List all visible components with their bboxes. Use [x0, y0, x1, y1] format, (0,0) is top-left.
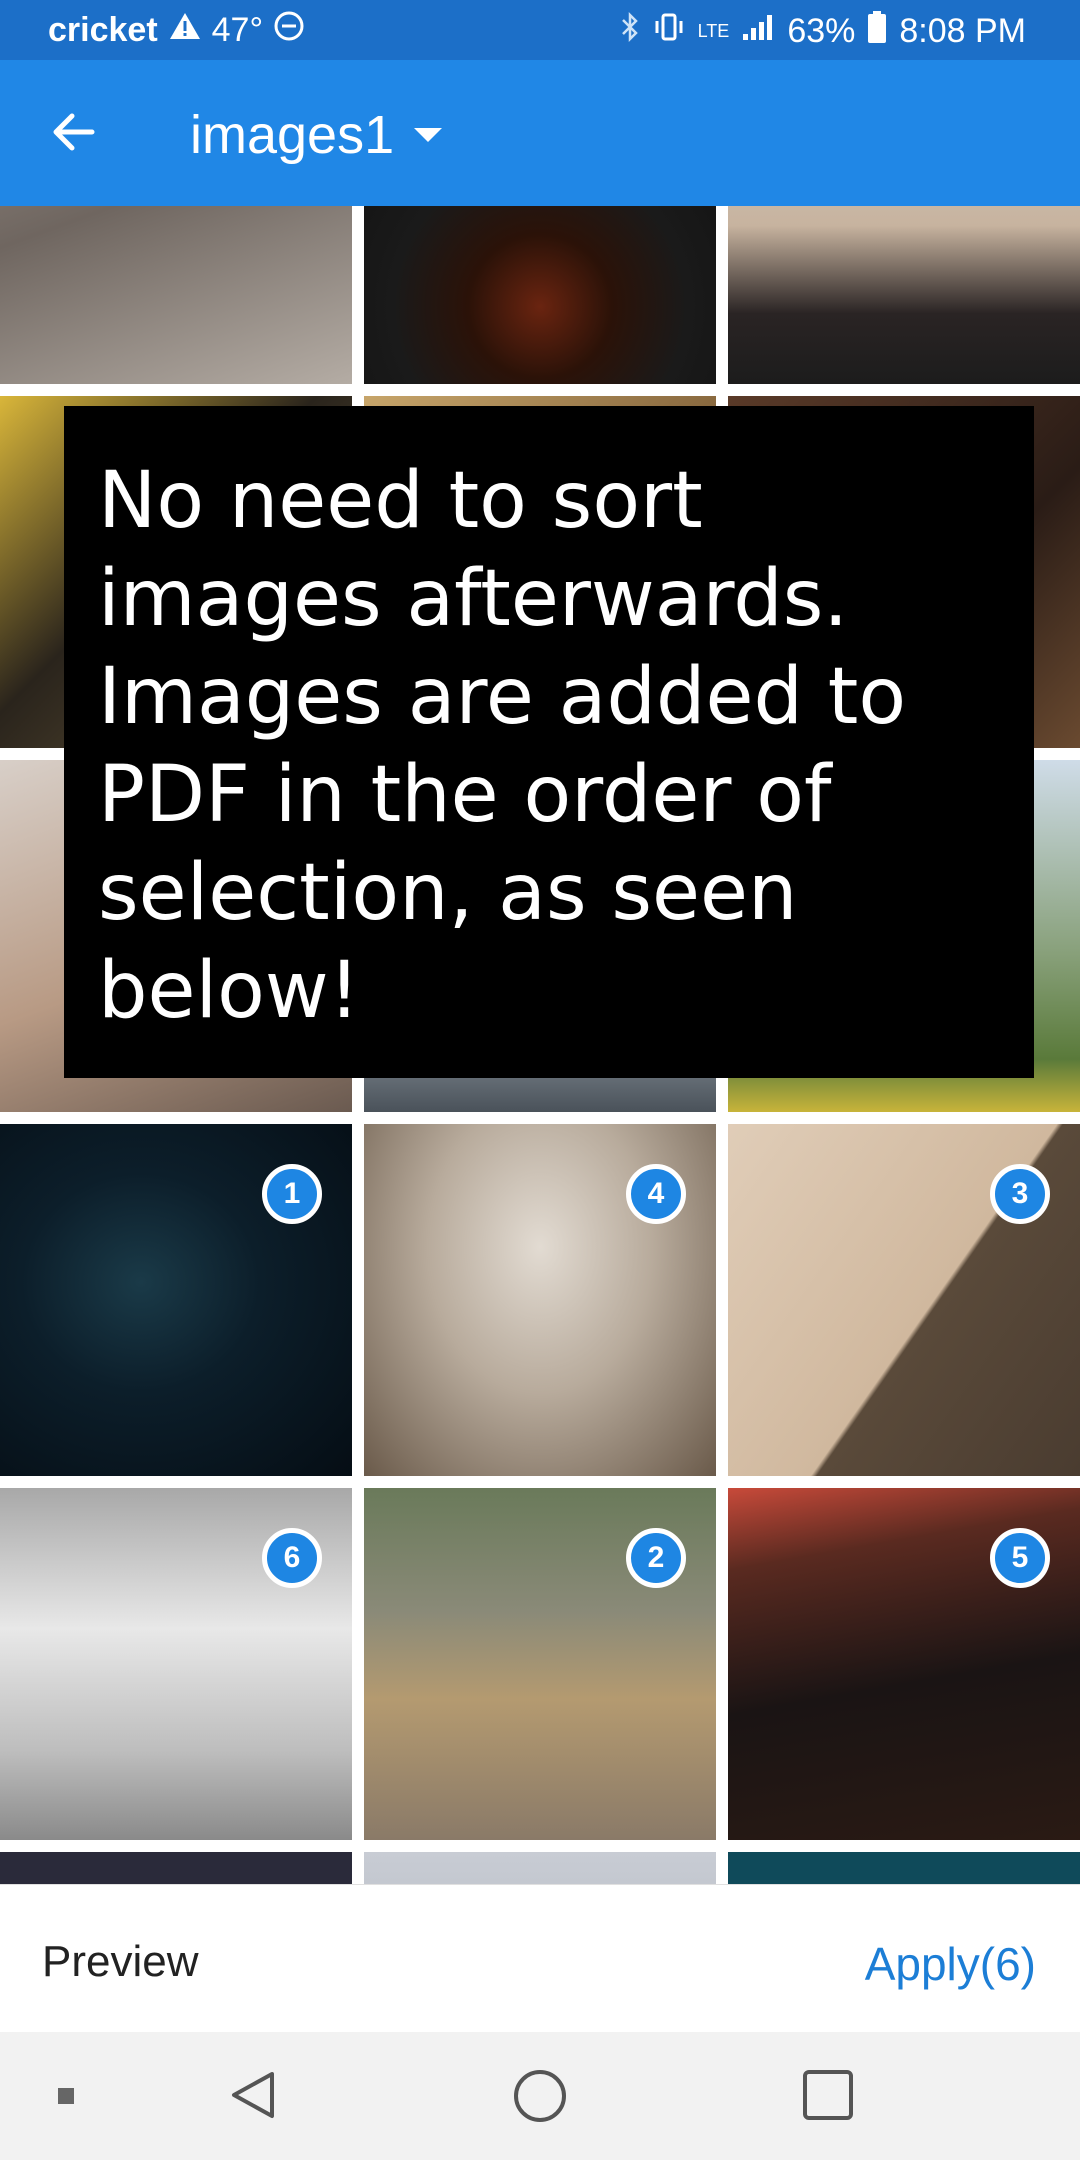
- status-bar: cricket 47° LTE 63% 8:08 PM: [0, 0, 1080, 60]
- back-button[interactable]: [44, 102, 104, 162]
- nav-recents-button[interactable]: [803, 2070, 853, 2120]
- battery-icon: [867, 10, 887, 53]
- image-thumbnail[interactable]: 3: [728, 1124, 1080, 1476]
- selection-badge: 6: [262, 1528, 322, 1588]
- image-thumbnail[interactable]: [728, 206, 1080, 384]
- selection-badge: 1: [262, 1164, 322, 1224]
- image-thumbnail[interactable]: [0, 206, 352, 384]
- signal-icon: [741, 12, 775, 51]
- temperature: 47°: [211, 11, 264, 49]
- image-thumbnail[interactable]: [0, 1852, 352, 1884]
- warning-icon: [168, 11, 202, 50]
- nav-back-button[interactable]: [230, 2070, 276, 2125]
- selection-badge: 3: [990, 1164, 1050, 1224]
- selection-badge: 2: [626, 1528, 686, 1588]
- carrier-name: cricket: [48, 11, 158, 49]
- album-title: images1: [190, 105, 395, 165]
- image-thumbnail[interactable]: 2: [364, 1488, 716, 1840]
- image-thumbnail[interactable]: [364, 1852, 716, 1884]
- nav-home-button[interactable]: [514, 2070, 566, 2122]
- vibrate-icon: [652, 11, 686, 52]
- image-thumbnail[interactable]: 4: [364, 1124, 716, 1476]
- triangle-back-icon: [230, 2072, 276, 2124]
- selection-badge: 5: [990, 1528, 1050, 1588]
- bluetooth-icon: [620, 11, 640, 52]
- do-not-disturb-icon: [273, 10, 305, 51]
- app-bar: images1: [0, 60, 1080, 206]
- network-type: LTE: [697, 21, 730, 41]
- image-thumbnail[interactable]: 1: [0, 1124, 352, 1476]
- bottom-action-bar: Preview Apply(6): [0, 1884, 1080, 2033]
- image-thumbnail[interactable]: [364, 206, 716, 384]
- album-selector[interactable]: images1: [190, 104, 443, 166]
- apply-button[interactable]: Apply(6): [865, 1937, 1036, 1991]
- preview-button[interactable]: Preview: [42, 1937, 199, 1987]
- navigation-bar: [0, 2032, 1080, 2160]
- image-thumbnail[interactable]: [728, 1852, 1080, 1884]
- hint-tooltip: No need to sort images afterwards. Image…: [64, 406, 1034, 1078]
- battery-percent: 63%: [787, 12, 856, 50]
- dropdown-caret-icon: [414, 128, 443, 142]
- selection-badge: 4: [626, 1164, 686, 1224]
- arrow-left-icon: [44, 113, 104, 166]
- image-thumbnail[interactable]: 5: [728, 1488, 1080, 1840]
- image-thumbnail[interactable]: 6: [0, 1488, 352, 1840]
- clock: 8:08 PM: [899, 12, 1026, 50]
- nav-dot-icon: [58, 2088, 74, 2104]
